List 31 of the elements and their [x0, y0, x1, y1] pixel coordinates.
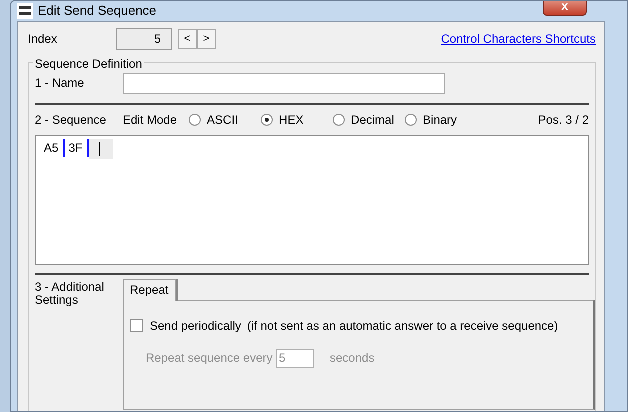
radio-button[interactable]: [333, 114, 346, 126]
position-text: Pos. 3 / 2: [538, 112, 589, 128]
sequence-label: 2 - Sequence: [35, 112, 108, 128]
index-label: Index: [28, 30, 58, 48]
radio-label: HEX: [279, 112, 304, 128]
close-button[interactable]: x: [543, 1, 587, 16]
sequence-editor[interactable]: A5 3F: [35, 134, 589, 264]
repeat-label: Repeat sequence every: [146, 350, 274, 367]
checkbox-note: (if not sent as an automatic answer to a receive sequence): [247, 318, 558, 334]
shortcuts-link[interactable]: Control Characters Shortcuts: [441, 30, 596, 48]
name-field[interactable]: [123, 72, 445, 94]
radio-button[interactable]: [405, 114, 418, 126]
radio-button[interactable]: [261, 114, 274, 126]
index-field[interactable]: 5: [116, 28, 172, 50]
app-icon: [17, 2, 33, 19]
checkbox[interactable]: [130, 319, 143, 332]
text-cursor: [88, 138, 113, 158]
window-title: Edit Send Sequence: [38, 2, 157, 20]
byte-value: A5: [40, 138, 65, 156]
additional-settings-label: 3 - Additional Settings: [35, 280, 106, 310]
next-button[interactable]: >: [197, 28, 216, 48]
edit-mode-label: Edit Mode: [123, 112, 178, 128]
checkbox-label: Send periodically: [150, 318, 242, 334]
name-label: 1 - Name: [35, 75, 86, 92]
previous-button[interactable]: <: [178, 28, 197, 48]
tab[interactable]: Repeat: [123, 278, 176, 300]
radio-label: ASCII: [207, 112, 238, 128]
radio-label: Decimal: [351, 112, 394, 128]
radio-label: Binary: [423, 112, 458, 128]
radio-button[interactable]: [189, 114, 202, 126]
seconds-label: seconds: [330, 350, 375, 367]
